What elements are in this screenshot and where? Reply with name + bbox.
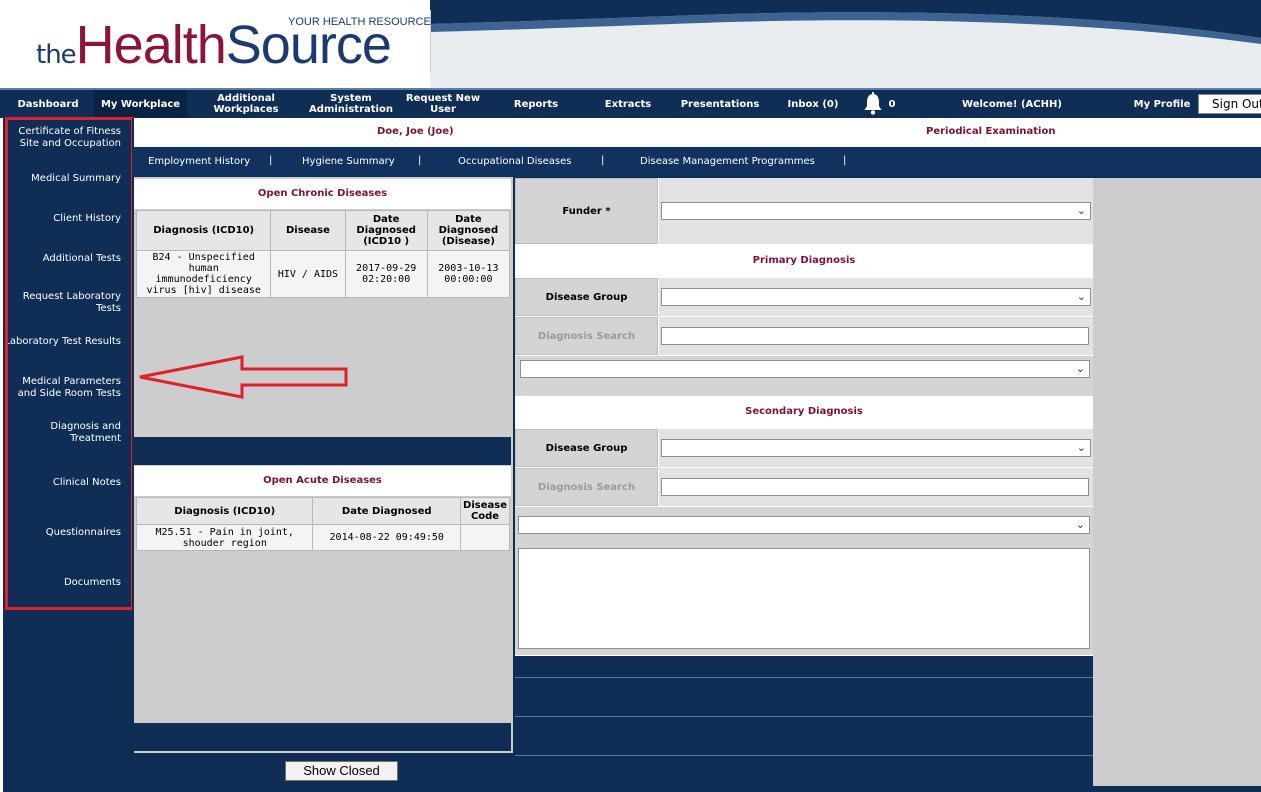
cell-diagnosis: B24 - Unspecified human immunodeficiency… bbox=[135, 250, 272, 298]
patient-name: Doe, Joe (Joe) bbox=[377, 126, 454, 137]
subnav-hygiene-summary[interactable]: Hygiene Summary bbox=[302, 156, 395, 167]
secondary-diagnosis-search-label: Diagnosis Search bbox=[515, 468, 658, 506]
chevron-down-icon: ⌄ bbox=[1076, 290, 1086, 303]
nav-reports[interactable]: Reports bbox=[500, 90, 572, 118]
cell-date-icd: 2017-09-29 02:20:00 bbox=[344, 250, 428, 298]
nav-my-profile[interactable]: My Profile bbox=[1126, 90, 1198, 118]
subnav-separator: | bbox=[418, 155, 422, 166]
subnav-separator: | bbox=[843, 155, 847, 166]
secondary-diagnosis-result-select[interactable]: ⌄ bbox=[518, 516, 1090, 534]
examination-type: Periodical Examination bbox=[926, 126, 1056, 137]
nav-additional-workplaces[interactable]: Additional Workplaces bbox=[203, 90, 289, 118]
subnav-separator: | bbox=[601, 155, 605, 166]
secondary-diagnosis-title: Secondary Diagnosis bbox=[515, 397, 1093, 427]
column-header: Diagnosis (ICD10) bbox=[135, 497, 314, 525]
chronic-diseases-title: Open Chronic Diseases bbox=[134, 179, 511, 209]
subnav-separator: | bbox=[269, 155, 273, 166]
column-header: Date Diagnosed (Disease) bbox=[426, 210, 511, 251]
chevron-down-icon: ⌄ bbox=[1076, 204, 1086, 217]
nav-dashboard[interactable]: Dashboard bbox=[6, 90, 90, 118]
sidebar-highlight-box bbox=[5, 117, 134, 610]
nav-inbox[interactable]: Inbox (0) bbox=[780, 90, 846, 118]
cell-date-disease: 2003-10-13 00:00:00 bbox=[426, 250, 511, 298]
row-divider bbox=[515, 716, 1093, 717]
column-header: Disease Code bbox=[460, 497, 510, 525]
primary-diagnosis-search-label: Diagnosis Search bbox=[515, 317, 658, 355]
header-swoosh bbox=[430, 0, 1261, 45]
primary-disease-group-label: Disease Group bbox=[515, 278, 658, 316]
funder-label: Funder * bbox=[515, 178, 658, 244]
chronic-diseases-table: Diagnosis (ICD10) Disease Date Diagnosed… bbox=[135, 210, 511, 298]
show-closed-button[interactable]: Show Closed bbox=[285, 761, 398, 781]
nav-request-new-user[interactable]: Request New User bbox=[402, 90, 484, 118]
acute-diseases-title: Open Acute Diseases bbox=[134, 466, 511, 496]
diagnosis-notes-textarea[interactable] bbox=[518, 548, 1090, 649]
sub-nav: Employment History | Hygiene Summary | O… bbox=[134, 147, 1261, 176]
nav-system-administration[interactable]: System Administration bbox=[304, 90, 398, 118]
secondary-disease-group-label: Disease Group bbox=[515, 429, 658, 467]
column-header: Date Diagnosed (ICD10 ) bbox=[344, 210, 428, 251]
acute-footer-bar bbox=[134, 723, 511, 751]
chevron-down-icon: ⌄ bbox=[1075, 518, 1085, 531]
app-header: theHealthSource YOUR HEALTH RESOURCE bbox=[0, 0, 1261, 88]
column-header: Disease bbox=[270, 210, 346, 251]
cell-diagnosis: M25.51 - Pain in joint, shouder region bbox=[135, 524, 314, 551]
nav-my-workplace[interactable]: My Workplace bbox=[94, 90, 187, 118]
funder-select[interactable]: ⌄ bbox=[661, 202, 1091, 220]
table-row[interactable]: B24 - Unspecified human immunodeficiency… bbox=[135, 250, 511, 298]
cell-code bbox=[460, 524, 510, 551]
diseases-panel: Open Chronic Diseases Diagnosis (ICD10) … bbox=[134, 177, 513, 753]
chevron-down-icon: ⌄ bbox=[1076, 441, 1086, 454]
logo-the: the bbox=[36, 40, 77, 70]
primary-disease-group-select[interactable]: ⌄ bbox=[661, 288, 1091, 306]
row-divider bbox=[515, 755, 1093, 756]
logo-health: Health bbox=[75, 15, 227, 75]
cell-disease: HIV / AIDS bbox=[270, 250, 346, 298]
chronic-footer-bar bbox=[134, 437, 511, 465]
nav-presentations[interactable]: Presentations bbox=[676, 90, 764, 118]
primary-diagnosis-result-select[interactable]: ⌄ bbox=[520, 360, 1090, 378]
acute-diseases-table: Diagnosis (ICD10) Date Diagnosed Disease… bbox=[135, 497, 510, 551]
secondary-disease-group-cell: ⌄ bbox=[659, 429, 1093, 467]
subnav-employment-history[interactable]: Employment History bbox=[148, 156, 250, 167]
table-header-row: Diagnosis (ICD10) Disease Date Diagnosed… bbox=[135, 210, 511, 251]
welcome-text: Welcome! (ACHH) bbox=[962, 98, 1062, 110]
secondary-diagnosis-search-cell bbox=[659, 468, 1093, 506]
column-header: Date Diagnosed bbox=[312, 497, 462, 525]
column-header: Diagnosis (ICD10) bbox=[135, 210, 272, 251]
secondary-diagnosis-search-input[interactable] bbox=[661, 478, 1089, 496]
subnav-occupational-diseases[interactable]: Occupational Diseases bbox=[458, 156, 571, 167]
primary-result-strip: ⌄ bbox=[515, 356, 1093, 396]
primary-diagnosis-search-cell bbox=[659, 317, 1093, 355]
primary-diagnosis-title: Primary Diagnosis bbox=[515, 246, 1093, 276]
sign-out-button[interactable]: Sign Out bbox=[1198, 94, 1261, 114]
left-arrow-icon bbox=[139, 355, 348, 399]
row-divider bbox=[515, 677, 1093, 678]
table-header-row: Diagnosis (ICD10) Date Diagnosed Disease… bbox=[135, 497, 510, 525]
patient-bar: Doe, Joe (Joe) Periodical Examination bbox=[134, 118, 1261, 147]
primary-disease-group-cell: ⌄ bbox=[659, 278, 1093, 316]
nav-extracts[interactable]: Extracts bbox=[592, 90, 664, 118]
subnav-disease-management[interactable]: Disease Management Programmes bbox=[640, 156, 815, 167]
bell-icon[interactable] bbox=[860, 91, 886, 117]
logo-tagline: YOUR HEALTH RESOURCE bbox=[288, 16, 431, 28]
cell-date: 2014-08-22 09:49:50 bbox=[312, 524, 462, 551]
notification-count: 0 bbox=[888, 98, 896, 110]
funder-cell: ⌄ bbox=[659, 178, 1093, 244]
secondary-disease-group-select[interactable]: ⌄ bbox=[661, 439, 1091, 457]
top-nav: Dashboard My Workplace Additional Workpl… bbox=[0, 88, 1261, 118]
right-gray-panel bbox=[1093, 178, 1261, 786]
chevron-down-icon: ⌄ bbox=[1075, 362, 1085, 375]
primary-diagnosis-search-input[interactable] bbox=[661, 327, 1089, 345]
table-row[interactable]: M25.51 - Pain in joint, shouder region 2… bbox=[135, 524, 510, 551]
